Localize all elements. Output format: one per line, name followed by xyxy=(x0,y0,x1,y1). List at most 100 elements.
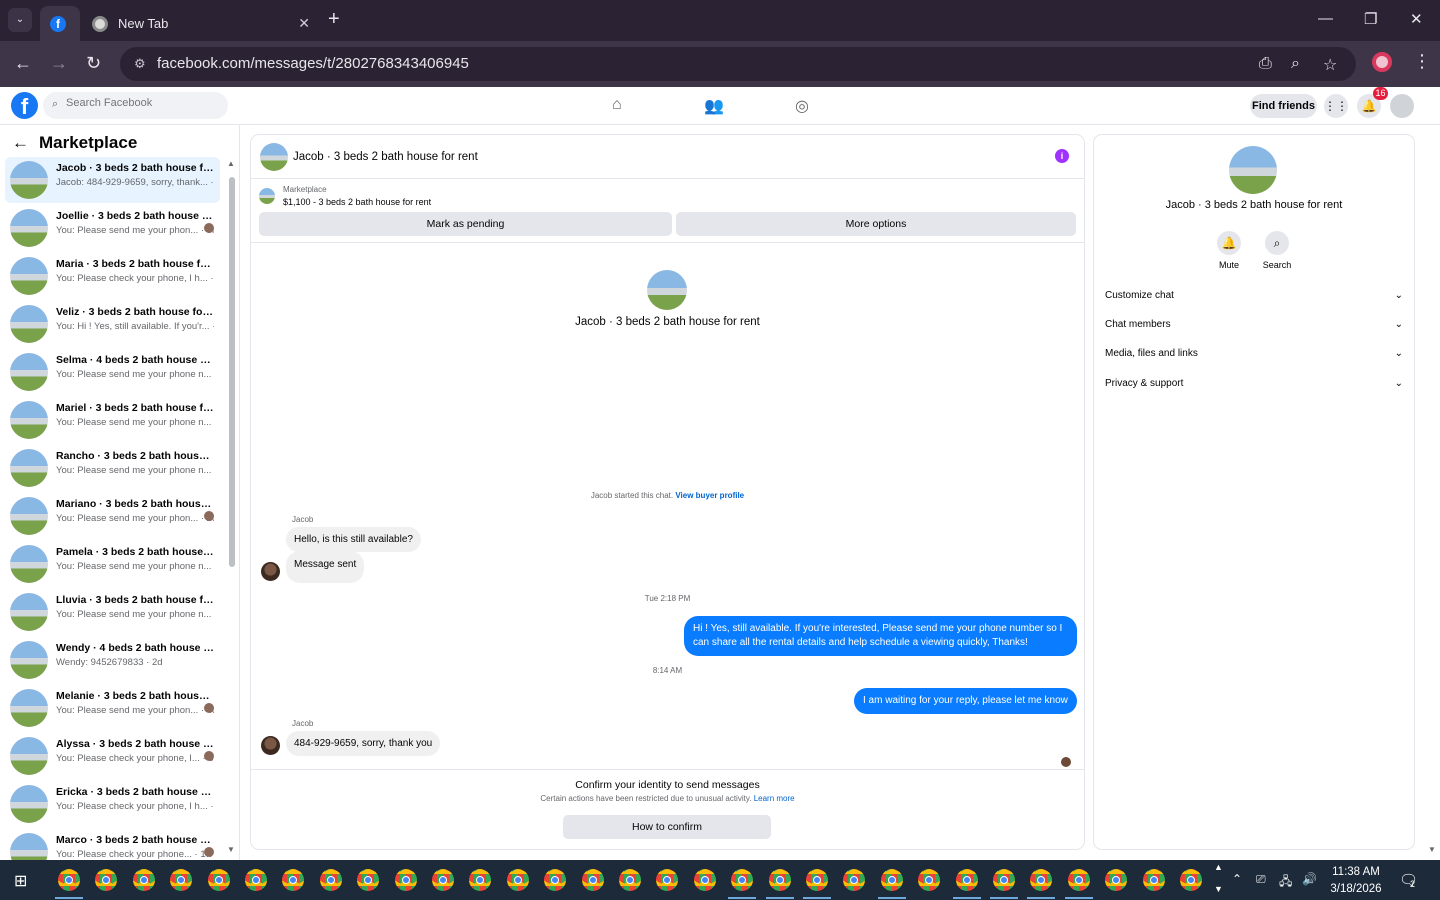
back-arrow-icon[interactable]: ← xyxy=(12,133,29,152)
chrome-taskbar-icon[interactable] xyxy=(1105,869,1128,891)
mark-pending-button[interactable]: Mark as pending xyxy=(259,212,672,236)
chrome-taskbar-icon[interactable] xyxy=(1030,869,1053,891)
chrome-taskbar-icon[interactable] xyxy=(506,869,529,891)
chrome-taskbar-icon[interactable] xyxy=(880,869,903,891)
chrome-taskbar-icon[interactable] xyxy=(319,869,342,891)
reload-icon[interactable]: ↻ xyxy=(86,53,101,74)
search-input[interactable] xyxy=(66,97,216,109)
notification-center-icon[interactable]: 🗨 xyxy=(1399,871,1418,889)
chrome-taskbar-icon[interactable] xyxy=(132,869,155,891)
friends-icon[interactable]: 👥 xyxy=(704,96,724,116)
learn-more-link[interactable]: Learn more xyxy=(754,794,795,803)
search-box[interactable]: ⌕ xyxy=(43,92,228,119)
install-app-icon[interactable]: ⎙ xyxy=(1259,55,1272,73)
profile-avatar[interactable] xyxy=(1372,52,1392,72)
conversation-item[interactable]: Selma · 4 beds 2 bath house for rent You:… xyxy=(5,349,220,395)
view-buyer-link[interactable]: View buyer profile xyxy=(675,491,744,500)
tab-new-tab[interactable]: New Tab ✕ xyxy=(82,6,320,41)
message-bubble[interactable]: 484-929-9659, sorry, thank you xyxy=(286,731,441,756)
chrome-taskbar-icon[interactable] xyxy=(581,869,604,891)
conversation-item[interactable]: Marco · 3 beds 2 bath house for rent You:… xyxy=(5,829,220,860)
home-icon[interactable]: ⌂ xyxy=(612,96,622,114)
conversation-item[interactable]: Mariano · 3 beds 2 bath house for rent Yo… xyxy=(5,493,220,539)
customize-chat-row[interactable]: Customize chat ⌄ xyxy=(1105,290,1403,312)
chrome-taskbar-icon[interactable] xyxy=(993,869,1015,891)
back-icon[interactable]: ← xyxy=(14,53,32,74)
address-bar[interactable]: ⚙ facebook.com/messages/t/28027683434069… xyxy=(120,47,1356,81)
chrome-taskbar-icon[interactable] xyxy=(394,869,417,891)
network-icon[interactable]: 🖧 xyxy=(1279,872,1292,893)
mute-button[interactable]: 🔔 Mute xyxy=(1209,231,1249,270)
chrome-taskbar-icon[interactable] xyxy=(432,869,454,891)
chrome-taskbar-icon[interactable] xyxy=(806,869,828,891)
chrome-taskbar-icon[interactable] xyxy=(693,869,716,891)
chrome-taskbar-icon[interactable] xyxy=(245,869,267,891)
conversation-item[interactable]: Melanie · 3 beds 2 bath house for rent Yo… xyxy=(5,685,220,731)
search-button[interactable]: ⌕ Search xyxy=(1257,231,1297,270)
chat-members-row[interactable]: Chat members ⌄ xyxy=(1105,319,1403,341)
conversation-item[interactable]: Pamela · 3 beds 2 bath house for rent You… xyxy=(5,541,220,587)
chrome-taskbar-icon[interactable] xyxy=(731,869,754,891)
conversation-item[interactable]: Lluvia · 3 beds 2 bath house for rent You… xyxy=(5,589,220,635)
avatar[interactable] xyxy=(261,736,280,755)
restore-icon[interactable]: ❐ xyxy=(1364,10,1377,28)
groups-icon[interactable]: ◎ xyxy=(795,96,809,116)
find-friends-button[interactable]: Find friends xyxy=(1250,94,1317,118)
chrome-taskbar-icon[interactable] xyxy=(619,869,641,891)
meet-now-icon[interactable]: ⎚ xyxy=(1256,872,1266,887)
listing-avatar[interactable] xyxy=(260,143,288,171)
chrome-taskbar-icon[interactable] xyxy=(357,869,380,891)
conversation-item[interactable]: Maria · 3 beds 2 bath house for rent You:… xyxy=(5,253,220,299)
close-window-icon[interactable]: ✕ xyxy=(1410,10,1423,28)
avatar[interactable] xyxy=(261,562,280,581)
chrome-taskbar-icon[interactable] xyxy=(469,869,492,891)
tab-facebook[interactable]: f xyxy=(40,6,80,41)
scroll-down-icon[interactable]: ▼ xyxy=(227,845,235,854)
chrome-taskbar-icon[interactable] xyxy=(207,869,230,891)
message-bubble-out[interactable]: I am waiting for your reply, please let … xyxy=(854,688,1077,714)
conversation-item[interactable]: Ericka · 3 beds 2 bath house for rent You… xyxy=(5,781,220,827)
message-bubble-out[interactable]: Hi ! Yes, still available. If you're int… xyxy=(684,616,1077,656)
chrome-taskbar-icon[interactable] xyxy=(768,869,791,891)
conversation-item[interactable]: Wendy · 4 beds 2 bath house for rent Wend… xyxy=(5,637,220,683)
chrome-taskbar-icon[interactable] xyxy=(58,869,80,891)
site-info-icon[interactable]: ⚙ xyxy=(134,56,146,72)
chrome-taskbar-icon[interactable] xyxy=(918,869,941,891)
chrome-taskbar-icon[interactable] xyxy=(282,869,305,891)
chrome-taskbar-icon[interactable] xyxy=(656,869,679,891)
chrome-taskbar-icon[interactable] xyxy=(955,869,978,891)
show-hidden-icons-icon[interactable]: ⌃ xyxy=(1232,872,1242,886)
windows-start-icon[interactable]: ⊞ xyxy=(14,871,27,891)
conversation-item[interactable]: Joellie · 3 beds 2 bath house for rent Yo… xyxy=(5,205,220,251)
new-tab-button[interactable]: + xyxy=(328,8,340,31)
conversation-item[interactable]: Veliz · 3 beds 2 bath house for rent You:… xyxy=(5,301,220,347)
forward-icon[interactable]: → xyxy=(50,53,68,74)
conversation-item[interactable]: Mariel · 3 beds 2 bath house for rent You… xyxy=(5,397,220,443)
menu-icon[interactable]: ⋮ xyxy=(1413,51,1431,72)
page-scroll-down-icon[interactable]: ▼ xyxy=(1428,845,1436,854)
tab-search-button[interactable]: ⌄ xyxy=(8,8,32,32)
account-avatar[interactable] xyxy=(1390,94,1414,118)
conversation-item[interactable]: Rancho · 3 beds 2 bath house for rent You… xyxy=(5,445,220,491)
media-files-row[interactable]: Media, files and links ⌄ xyxy=(1105,348,1403,370)
chrome-taskbar-icon[interactable] xyxy=(170,869,193,891)
minimize-icon[interactable]: — xyxy=(1318,10,1333,27)
more-options-button[interactable]: More options xyxy=(676,212,1076,236)
conversation-item[interactable]: Jacob · 3 beds 2 bath house for rent Jaco… xyxy=(5,157,220,203)
taskbar-scroll-up-icon[interactable]: ▲ xyxy=(1214,862,1223,872)
chrome-taskbar-icon[interactable] xyxy=(1067,869,1090,891)
message-bubble[interactable]: Hello, is this still available? xyxy=(286,527,421,552)
message-bubble[interactable]: Message sent xyxy=(286,551,365,583)
taskbar-scroll-down-icon[interactable]: ▼ xyxy=(1214,884,1223,894)
facebook-logo-icon[interactable]: f xyxy=(11,92,38,119)
zoom-icon[interactable]: ⌕ xyxy=(1291,55,1300,73)
scroll-up-icon[interactable]: ▲ xyxy=(227,159,235,168)
clock[interactable]: 11:38 AM 3/18/2026 xyxy=(1316,864,1396,898)
chat-title[interactable]: Jacob · 3 beds 2 bath house for rent xyxy=(293,151,478,163)
info-icon[interactable]: i xyxy=(1055,149,1069,163)
chrome-taskbar-icon[interactable] xyxy=(1142,869,1165,891)
chrome-taskbar-icon[interactable] xyxy=(95,869,118,891)
how-to-confirm-button[interactable]: How to confirm xyxy=(563,815,771,839)
chrome-taskbar-icon[interactable] xyxy=(544,869,567,891)
privacy-support-row[interactable]: Privacy & support ⌄ xyxy=(1105,378,1403,400)
